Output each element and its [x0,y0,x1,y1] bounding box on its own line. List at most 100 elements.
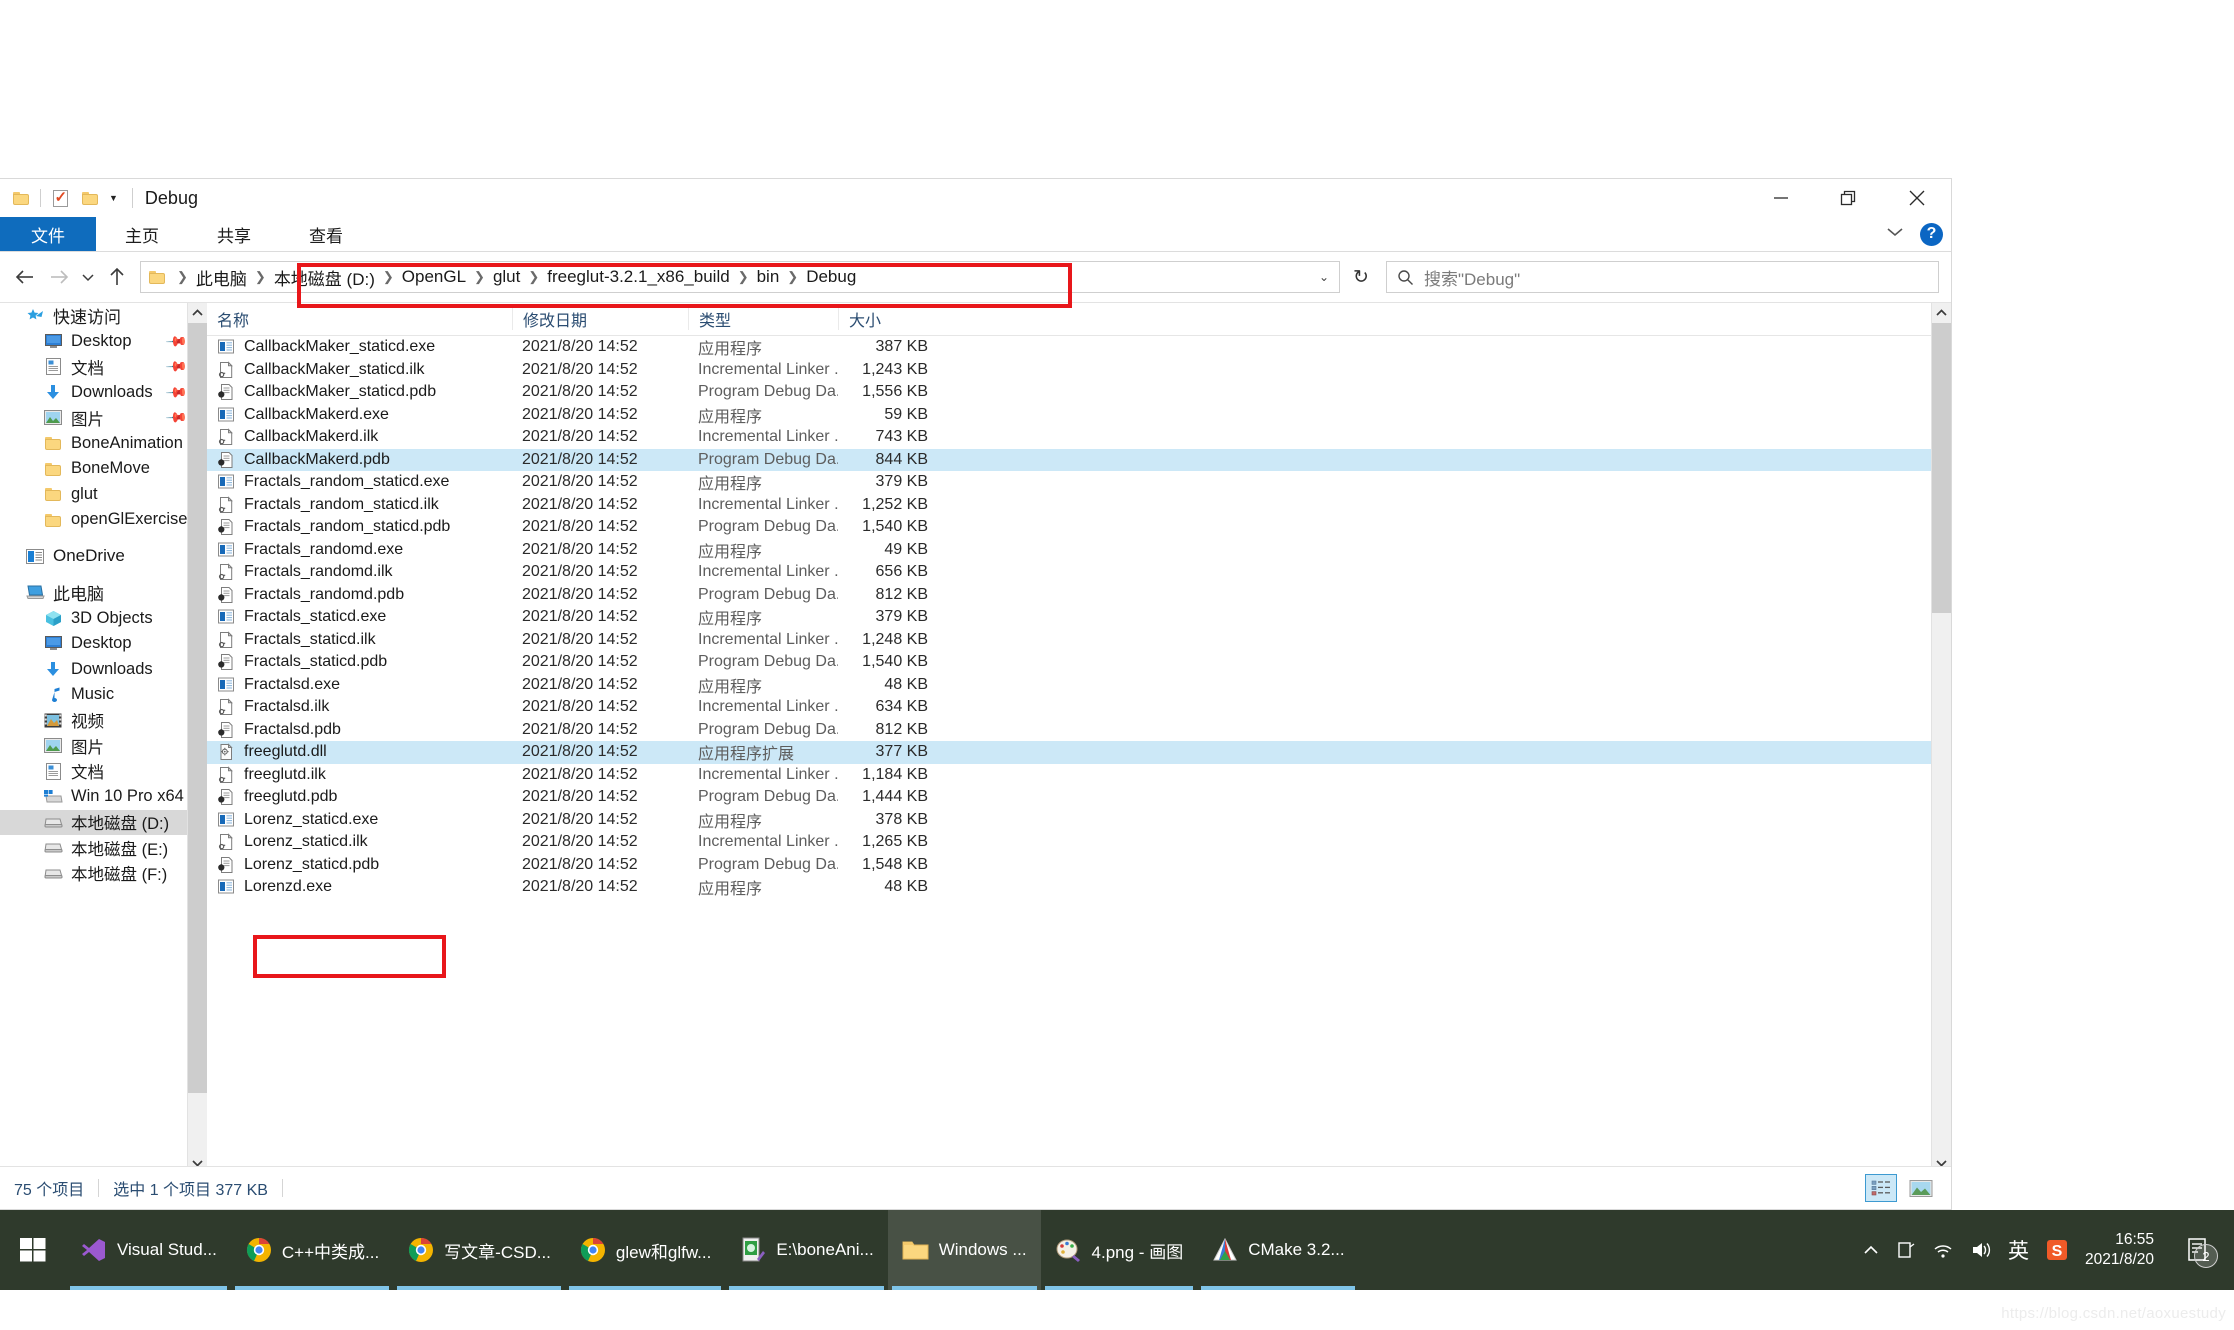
sidebar-group-this-pc[interactable]: 此电脑 [0,580,207,606]
taskbar-item-cmake[interactable]: CMake 3.2... [1197,1210,1358,1290]
table-row[interactable]: Fractals_random_staticd.ilk 2021/8/20 14:… [207,494,1951,517]
details-view-button[interactable] [1865,1174,1897,1202]
ime-icon[interactable]: 英 [2008,1235,2029,1265]
forward-button[interactable] [42,260,76,294]
maximize-button[interactable] [1815,179,1883,217]
table-row[interactable]: Lorenz_staticd.ilk 2021/8/20 14:52 Increme… [207,831,1951,854]
column-header-name[interactable]: 名称 [207,308,512,330]
pin-icon[interactable]: 📌 [164,406,189,430]
volume-icon[interactable] [1970,1241,1992,1259]
table-row[interactable]: Fractals_randomd.ilk 2021/8/20 14:52 Incre… [207,561,1951,584]
taskbar-item-chrome-csdn[interactable]: 写文章-CSD... [393,1210,565,1290]
sogou-icon[interactable]: S [2045,1238,2069,1262]
sidebar-item-boneanimation[interactable]: BoneAnimation [0,431,207,457]
scroll-up-icon[interactable] [188,303,207,323]
table-row[interactable]: Fractals_randomd.exe 2021/8/20 14:52 应用程序 4… [207,539,1951,562]
breadcrumb-item-4[interactable]: freeglut-3.2.1_x86_build [544,267,732,287]
folder-icon[interactable] [6,184,36,212]
table-row[interactable]: Fractals_staticd.exe 2021/8/20 14:52 应用程序 3… [207,606,1951,629]
large-icons-view-button[interactable] [1905,1174,1937,1202]
table-row[interactable]: Fractalsd.pdb 2021/8/20 14:52 Program Debu… [207,719,1951,742]
sidebar-item-openglexercise[interactable]: openGlExercise [0,507,207,533]
minimize-button[interactable] [1747,179,1815,217]
sidebar-item-pictures-pc[interactable]: 图片 [0,733,207,759]
new-folder-icon[interactable] [75,184,105,212]
tray-device-icon[interactable] [1896,1241,1916,1259]
sidebar-item-documents[interactable]: 文档 📌 [0,354,207,380]
table-row[interactable]: Lorenzd.exe 2021/8/20 14:52 应用程序 48 KB [207,876,1951,899]
action-center-button[interactable]: 2 [2170,1210,2224,1290]
table-row[interactable]: Fractalsd.ilk 2021/8/20 14:52 Incremental … [207,696,1951,719]
address-dropdown-icon[interactable]: ⌄ [1319,270,1329,284]
table-row[interactable]: Fractals_randomd.pdb 2021/8/20 14:52 Progr… [207,584,1951,607]
table-row[interactable]: CallbackMaker_staticd.pdb 2021/8/20 14:52… [207,381,1951,404]
sidebar-item-local-disk-e[interactable]: 本地磁盘 (E:) [0,835,207,861]
clock[interactable]: 16:55 2021/8/20 [2085,1230,2154,1270]
close-button[interactable] [1883,179,1951,217]
pin-icon[interactable]: 📌 [164,380,189,404]
tab-view[interactable]: 查看 [280,217,372,251]
file-list-scrollbar[interactable] [1931,303,1951,1173]
taskbar-item-visual-studio[interactable]: Visual Stud... [66,1210,231,1290]
table-row[interactable]: CallbackMaker_staticd.ilk 2021/8/20 14:52… [207,359,1951,382]
chevron-up-icon[interactable] [1862,1243,1880,1257]
breadcrumb-item-0[interactable]: 此电脑 [193,265,250,290]
start-button[interactable] [0,1210,66,1290]
wifi-icon[interactable] [1932,1241,1954,1259]
table-row[interactable]: freeglutd.ilk 2021/8/20 14:52 Incremental … [207,764,1951,787]
scroll-up-icon[interactable] [1932,303,1951,323]
table-row[interactable]: CallbackMakerd.pdb 2021/8/20 14:52 Program… [207,448,1951,471]
back-button[interactable] [8,260,42,294]
taskbar-item-chrome-glew[interactable]: glew和glfw... [565,1210,725,1290]
tab-share[interactable]: 共享 [188,217,280,251]
sidebar-item-downloads-pc[interactable]: Downloads [0,657,207,683]
table-row[interactable]: Fractals_staticd.ilk 2021/8/20 14:52 Incre… [207,629,1951,652]
table-row[interactable]: CallbackMaker_staticd.exe 2021/8/20 14:52… [207,336,1951,359]
chevron-down-icon[interactable]: ▼ [105,193,122,203]
taskbar-item-chrome-cpp[interactable]: C++中类成... [231,1210,393,1290]
breadcrumb-item-2[interactable]: OpenGL [399,267,469,287]
taskbar-item-notepadpp[interactable]: E:\boneAni... [725,1210,887,1290]
sidebar-item-bonemove[interactable]: BoneMove [0,456,207,482]
sidebar-item-local-disk-f[interactable]: 本地磁盘 (F:) [0,861,207,887]
recent-locations-icon[interactable] [76,260,100,294]
address-bar[interactable]: ❯ 此电脑 ❯ 本地磁盘 (D:) ❯ OpenGL ❯ glut ❯ free… [140,261,1340,293]
tab-file[interactable]: 文件 [0,217,96,251]
pin-icon[interactable]: 📌 [164,329,189,353]
expand-ribbon-icon[interactable] [1884,225,1906,244]
table-row[interactable]: Lorenz_staticd.pdb 2021/8/20 14:52 Program… [207,854,1951,877]
breadcrumb-item-3[interactable]: glut [490,267,523,287]
sidebar-item-win10-drive[interactable]: Win 10 Pro x64 [0,784,207,810]
sidebar-item-music[interactable]: Music [0,682,207,708]
sidebar-item-glut[interactable]: glut [0,482,207,508]
table-row[interactable]: Fractals_random_staticd.exe 2021/8/20 14:… [207,471,1951,494]
sidebar-item-downloads[interactable]: Downloads 📌 [0,380,207,406]
sidebar-item-onedrive[interactable]: OneDrive [0,544,207,570]
sidebar-item-3d-objects[interactable]: 3D Objects [0,606,207,632]
sidebar-scroll-thumb[interactable] [188,323,207,1093]
sidebar-group-quick-access[interactable]: 快速访问 [0,303,207,329]
sidebar-item-desktop[interactable]: Desktop 📌 [0,329,207,355]
taskbar-item-windows-explorer[interactable]: Windows ... [887,1210,1041,1290]
breadcrumb-item-6[interactable]: Debug [803,267,859,287]
column-header-size[interactable]: 大小 [838,308,936,330]
table-row[interactable]: Fractals_staticd.pdb 2021/8/20 14:52 Progr… [207,651,1951,674]
breadcrumb-item-5[interactable]: bin [754,267,783,287]
table-row[interactable]: Lorenz_staticd.exe 2021/8/20 14:52 应用程序 378… [207,809,1951,832]
sidebar-item-pictures[interactable]: 图片 📌 [0,405,207,431]
properties-icon[interactable] [45,184,75,212]
breadcrumb-item-1[interactable]: 本地磁盘 (D:) [271,265,378,290]
table-row[interactable]: CallbackMakerd.ilk 2021/8/20 14:52 Increme… [207,426,1951,449]
taskbar-item-paint[interactable]: 4.png - 画图 [1041,1210,1198,1290]
search-input[interactable]: 搜索"Debug" [1386,261,1939,293]
refresh-button[interactable]: ↻ [1340,261,1382,293]
tab-home[interactable]: 主页 [96,217,188,251]
pin-icon[interactable]: 📌 [164,355,189,379]
table-row[interactable]: Fractalsd.exe 2021/8/20 14:52 应用程序 48 KB [207,674,1951,697]
help-icon[interactable]: ? [1920,222,1943,246]
sidebar-scrollbar[interactable] [187,303,207,1173]
sidebar-item-documents-pc[interactable]: 文档 [0,759,207,785]
table-row[interactable]: CallbackMakerd.exe 2021/8/20 14:52 应用程序 59 … [207,404,1951,427]
file-list-scroll-thumb[interactable] [1932,323,1951,613]
sidebar-item-videos[interactable]: 视频 [0,708,207,734]
